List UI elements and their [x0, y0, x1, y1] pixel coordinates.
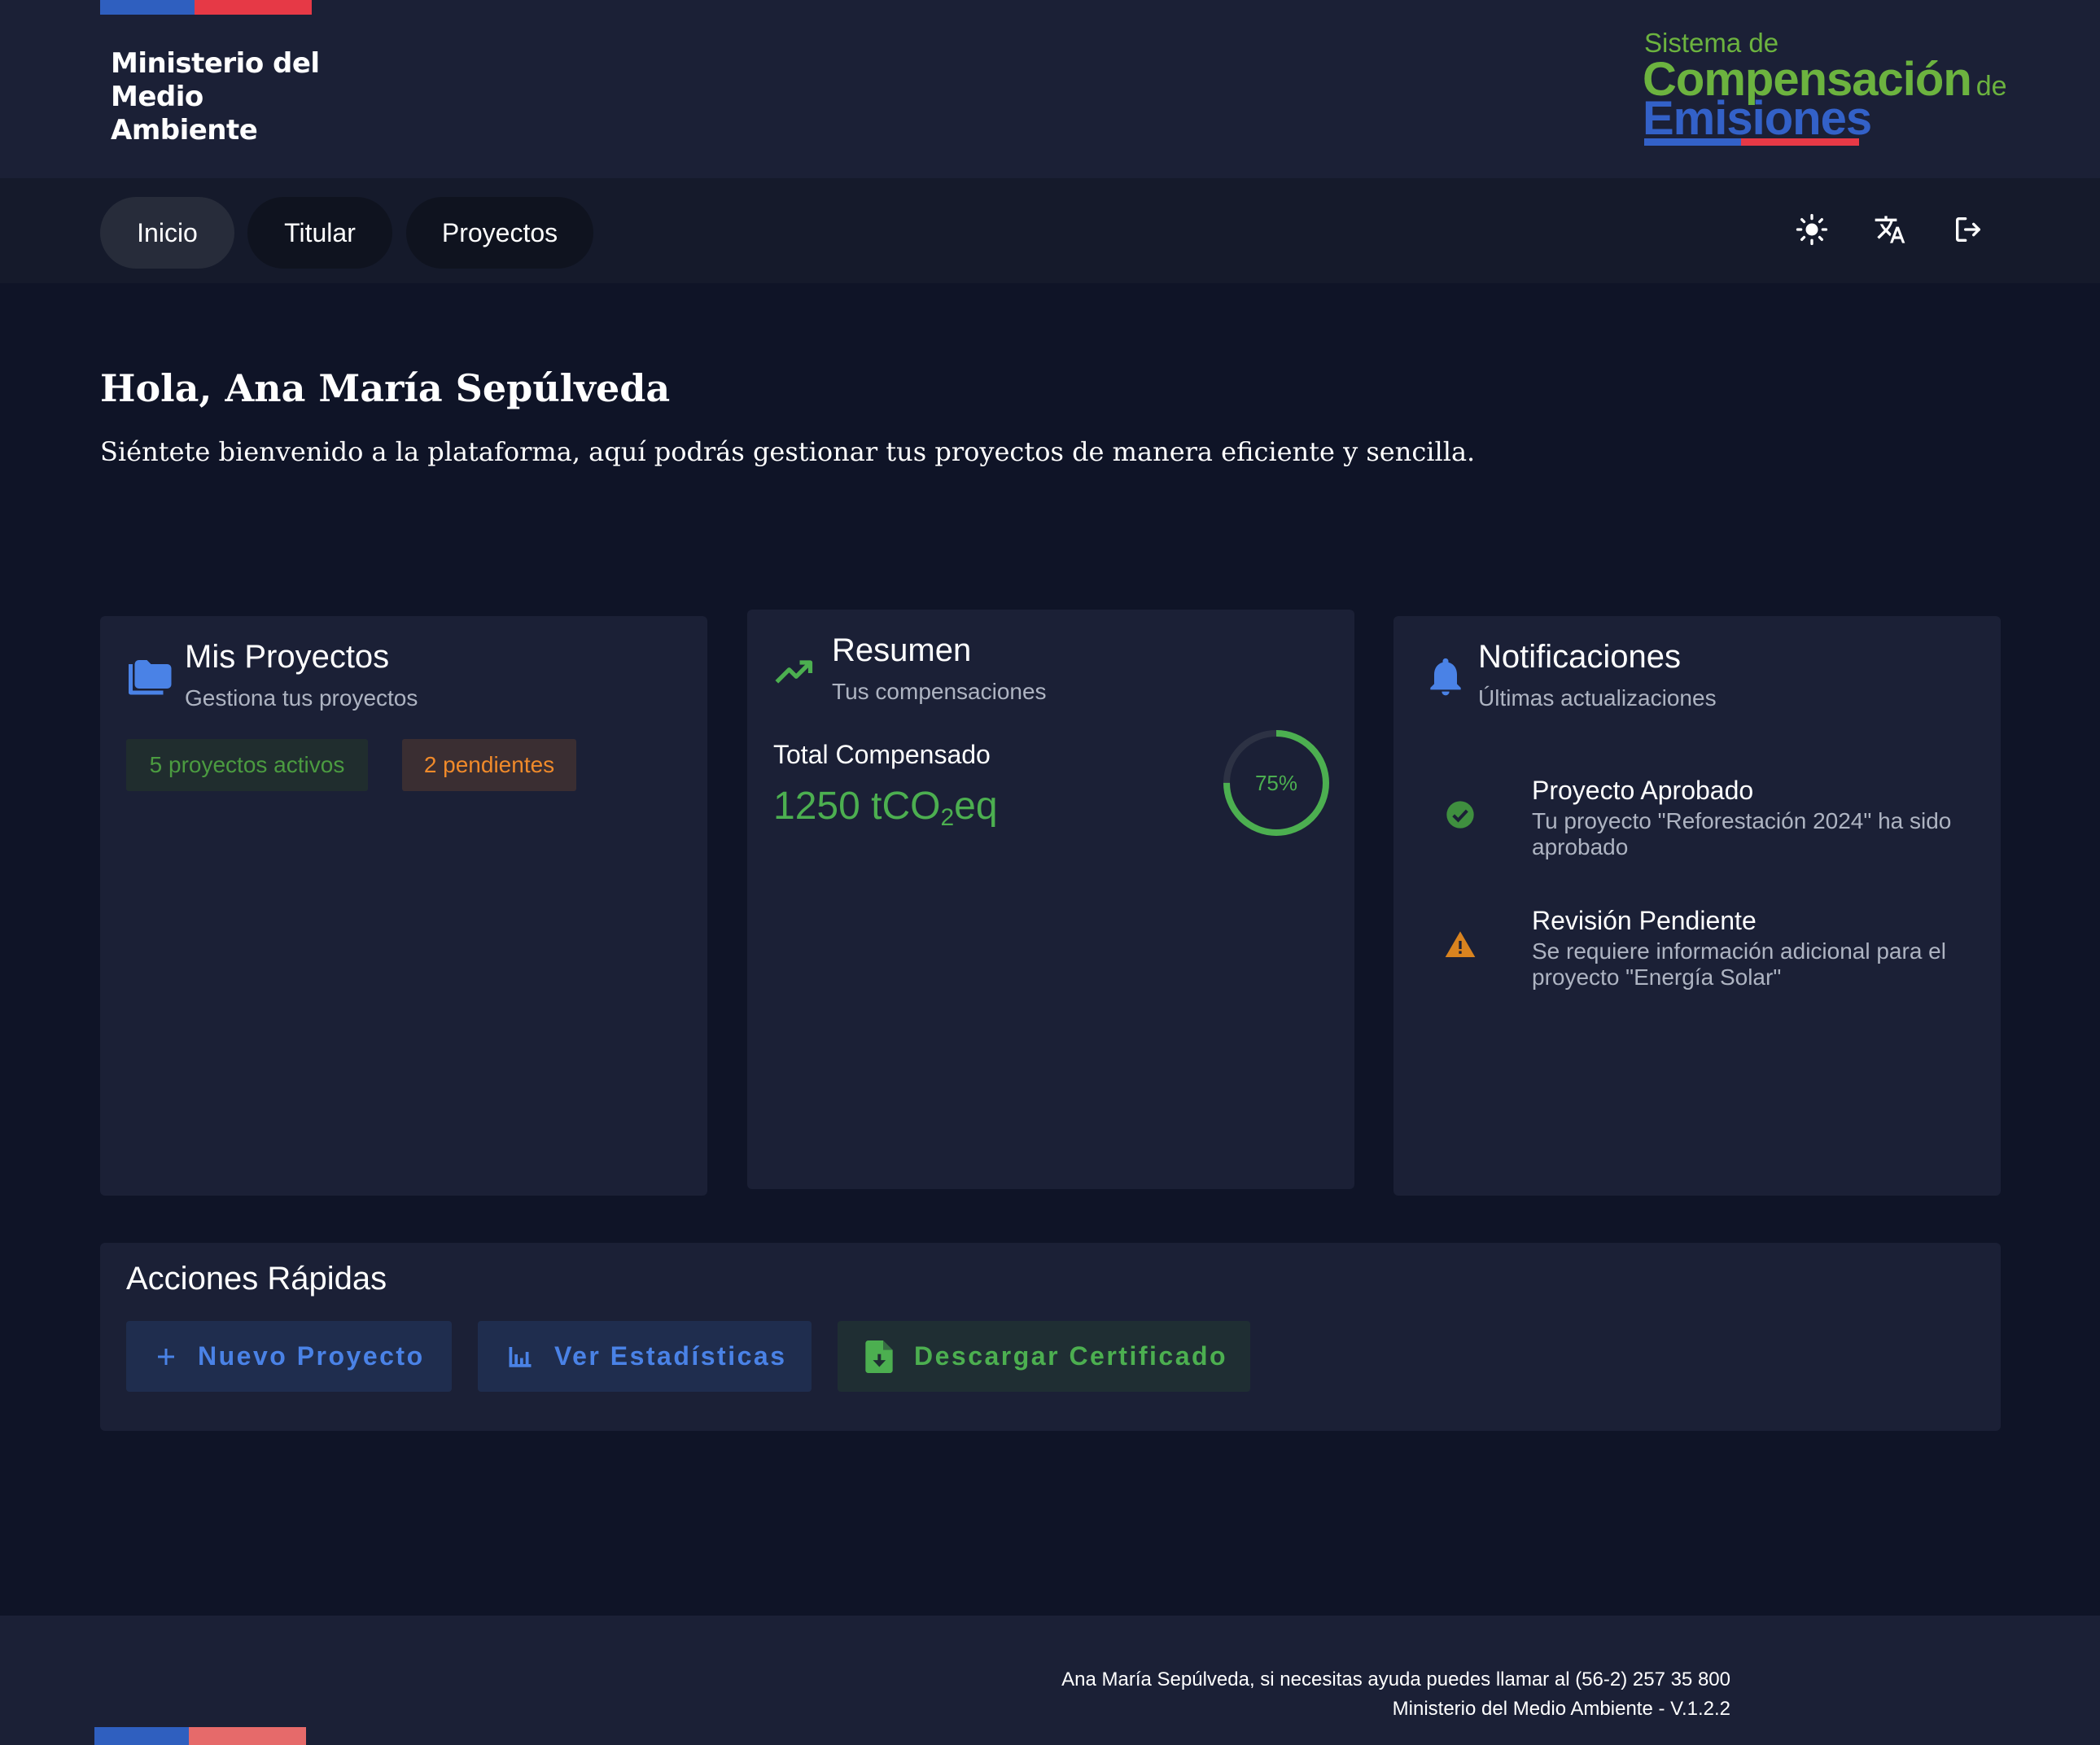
- notification-title: Revisión Pendiente: [1532, 906, 1757, 935]
- brand-underline-red: [1740, 138, 1859, 146]
- chile-flag-stripe: [100, 0, 312, 15]
- button-label: Ver Estadísticas: [554, 1341, 787, 1371]
- projects-card[interactable]: Mis Proyectos Gestiona tus proyectos 5 p…: [100, 616, 707, 1196]
- view-statistics-button[interactable]: Ver Estadísticas: [478, 1321, 812, 1392]
- tab-titular[interactable]: Titular: [247, 197, 392, 269]
- total-value-unit: eq: [954, 785, 998, 828]
- active-projects-chip[interactable]: 5 proyectos activos: [126, 739, 368, 791]
- summary-card[interactable]: Resumen Tus compensaciones Total Compens…: [747, 610, 1354, 1189]
- notification-body: Se requiere información adicional para e…: [1532, 938, 1946, 990]
- version-text: Ministerio del Medio Ambiente - V.1.2.2: [1392, 1698, 1730, 1720]
- trending-up-icon: [775, 660, 813, 684]
- flag-red-segment: [195, 0, 312, 15]
- button-label: Nuevo Proyecto: [198, 1341, 425, 1371]
- download-certificate-button[interactable]: Descargar Certificado: [838, 1321, 1250, 1392]
- flag-blue-segment: [94, 1727, 189, 1745]
- brand-line-3: Emisiones: [1643, 92, 1872, 145]
- greeting-subtitle: Siéntete bienvenido a la plataforma, aqu…: [100, 436, 1476, 467]
- new-project-button[interactable]: Nuevo Proyecto: [126, 1321, 452, 1392]
- notification-body: Tu proyecto "Reforestación 2024" ha sido…: [1532, 808, 1952, 859]
- ministry-logo[interactable]: Ministerio del Medio Ambiente: [111, 47, 322, 147]
- brightness-icon[interactable]: [1796, 213, 1828, 246]
- translate-icon[interactable]: [1874, 213, 1906, 246]
- site-footer: Ana María Sepúlveda, si necesitas ayuda …: [0, 1616, 2100, 1745]
- flag-blue-segment: [100, 0, 195, 15]
- file-download-icon: [865, 1340, 893, 1373]
- total-value-main: 1250 tCO: [773, 785, 941, 828]
- card-subtitle: Últimas actualizaciones: [1478, 685, 1717, 711]
- site-header: Ministerio del Medio Ambiente Sistema de…: [0, 0, 2100, 178]
- card-title: Resumen: [832, 632, 972, 668]
- tab-proyectos[interactable]: Proyectos: [406, 197, 593, 269]
- brand-word-de: de: [1975, 71, 2007, 102]
- flag-red-segment: [189, 1727, 306, 1745]
- total-value-subscript: 2: [940, 804, 955, 831]
- ministry-line: Ambiente: [111, 114, 258, 147]
- plus-icon: [158, 1348, 174, 1365]
- quick-actions-panel: Acciones Rápidas Nuevo Proyecto Ver Esta…: [100, 1243, 2001, 1431]
- bar-chart-icon: [509, 1346, 532, 1367]
- check-circle-icon: [1446, 801, 1474, 829]
- tab-inicio[interactable]: Inicio: [100, 197, 234, 269]
- total-compensated-value: 1250 tCO2eq: [773, 784, 998, 832]
- bell-icon: [1430, 658, 1461, 696]
- ministry-line: Medio: [111, 81, 203, 113]
- brand-underline: [1644, 138, 1859, 146]
- logout-icon[interactable]: [1952, 213, 1984, 246]
- card-subtitle: Tus compensaciones: [832, 679, 1047, 704]
- pending-projects-chip[interactable]: 2 pendientes: [402, 739, 576, 791]
- progress-label: 75%: [1254, 770, 1298, 795]
- system-brand-logo[interactable]: Sistema de Compensación de Emisiones: [1643, 28, 2009, 150]
- quick-actions-title: Acciones Rápidas: [126, 1261, 387, 1297]
- button-label: Descargar Certificado: [914, 1341, 1228, 1371]
- help-text: Ana María Sepúlveda, si necesitas ayuda …: [1061, 1668, 1730, 1690]
- warning-icon: [1445, 931, 1476, 957]
- notification-title: Proyecto Aprobado: [1532, 776, 1754, 805]
- ministry-line: Ministerio del: [111, 47, 320, 80]
- card-title: Mis Proyectos: [185, 639, 390, 675]
- greeting-title: Hola, Ana María Sepúlveda: [100, 366, 671, 410]
- main-nav: Inicio Titular Proyectos: [0, 178, 2100, 283]
- card-title: Notificaciones: [1478, 639, 1682, 675]
- total-compensated-label: Total Compensado: [773, 740, 991, 769]
- card-subtitle: Gestiona tus proyectos: [185, 685, 418, 711]
- folder-icon: [129, 660, 172, 695]
- footer-flag-stripe: [94, 1727, 306, 1745]
- brand-underline-blue: [1644, 138, 1741, 146]
- notifications-card[interactable]: Notificaciones Últimas actualizaciones P…: [1393, 616, 2001, 1196]
